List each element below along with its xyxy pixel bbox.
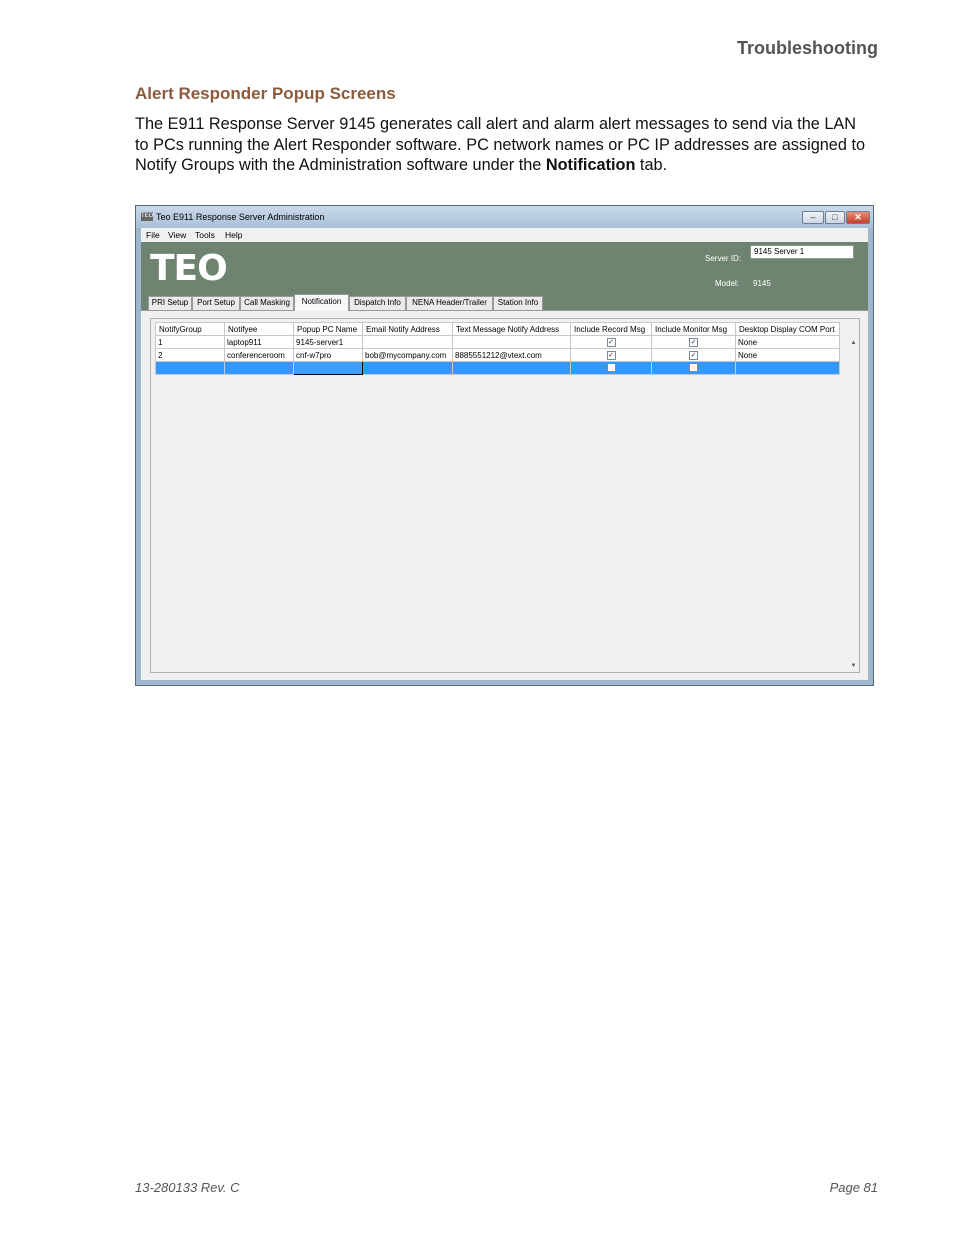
tab-pri-setup[interactable]: PRI Setup <box>148 296 192 310</box>
close-button[interactable]: ✕ <box>846 211 870 224</box>
col-notifygroup[interactable]: NotifyGroup <box>155 322 225 336</box>
document-number: 13-280133 Rev. C <box>135 1180 240 1195</box>
notification-grid: NotifyGroup Notifyee Popup PC Name Email… <box>150 318 860 673</box>
cell-monitor[interactable]: ✓ <box>651 335 736 349</box>
section-title: Alert Responder Popup Screens <box>135 84 396 103</box>
server-id-label: Server ID: <box>705 254 742 263</box>
cell-text[interactable]: 8885551212@vtext.com <box>452 348 571 362</box>
col-text-message[interactable]: Text Message Notify Address <box>452 322 571 336</box>
cell-com[interactable] <box>735 361 840 375</box>
col-email[interactable]: Email Notify Address <box>362 322 453 336</box>
page-number: Page 81 <box>829 1180 878 1195</box>
server-id-input[interactable]: 9145 Server 1 <box>750 245 854 259</box>
notification-emphasis: Notification <box>545 156 636 174</box>
cell-record[interactable] <box>570 361 652 375</box>
close-icon: ✕ <box>854 212 862 222</box>
maximize-button[interactable]: □ <box>825 211 845 224</box>
intro-paragraph: The E911 Response Server 9145 generates … <box>135 115 866 174</box>
tab-station-info[interactable]: Station Info <box>493 296 543 310</box>
app-icon: TEO <box>141 212 154 221</box>
teo-logo: TEO <box>150 248 228 289</box>
monitor-checkbox[interactable] <box>689 362 698 372</box>
cell-group[interactable]: 2 <box>155 348 225 362</box>
cell-record[interactable]: ✓ <box>570 335 652 349</box>
col-notifyee[interactable]: Notifyee <box>224 322 294 336</box>
table-row-new[interactable] <box>155 361 840 375</box>
cell-com[interactable]: None <box>735 348 840 362</box>
cell-notifyee[interactable]: conferenceroom <box>224 348 294 362</box>
tab-port-setup[interactable]: Port Setup <box>192 296 240 310</box>
menu-help[interactable]: Help <box>225 230 242 240</box>
cell-monitor[interactable] <box>651 361 736 375</box>
window-title: Teo E911 Response Server Administration <box>156 212 325 222</box>
col-include-monitor[interactable]: Include Monitor Msg <box>651 322 736 336</box>
maximize-icon: □ <box>832 212 838 222</box>
cell-notifyee[interactable]: laptop911 <box>224 335 294 349</box>
cell-com[interactable]: None <box>735 335 840 349</box>
model-value: 9145 <box>753 279 771 288</box>
tab-nena-header[interactable]: NENA Header/Trailer <box>406 296 493 310</box>
record-checkbox[interactable] <box>606 362 616 372</box>
menu-bar: File View Tools Help <box>141 228 868 242</box>
table-row[interactable]: 1 laptop911 9145-server1 ✓ ✓ None <box>155 335 840 349</box>
cell-email[interactable] <box>362 361 453 375</box>
tab-content: NotifyGroup Notifyee Popup PC Name Email… <box>141 310 868 680</box>
cell-text[interactable] <box>452 361 571 375</box>
title-bar[interactable]: TEO Teo E911 Response Server Administrat… <box>136 206 873 228</box>
cell-text[interactable] <box>452 335 571 349</box>
minimize-icon: – <box>810 212 816 222</box>
record-checkbox[interactable]: ✓ <box>606 351 616 360</box>
notification-table: NotifyGroup Notifyee Popup PC Name Email… <box>155 322 840 375</box>
running-header: Troubleshooting <box>737 38 878 58</box>
col-com-port[interactable]: Desktop Display COM Port <box>735 322 840 336</box>
cell-group[interactable] <box>155 361 225 375</box>
cell-group[interactable]: 1 <box>155 335 225 349</box>
tab-call-masking[interactable]: Call Masking <box>240 296 294 310</box>
record-checkbox[interactable]: ✓ <box>606 338 616 347</box>
scroll-down-icon[interactable]: ▼ <box>849 662 858 671</box>
cell-email[interactable]: bob@mycompany.com <box>362 348 453 362</box>
menu-file[interactable]: File <box>146 230 160 240</box>
menu-view[interactable]: View <box>168 230 186 240</box>
cell-pc[interactable]: cnf-w7pro <box>293 348 363 362</box>
cell-monitor[interactable]: ✓ <box>651 348 736 362</box>
table-row[interactable]: 2 conferenceroom cnf-w7pro bob@mycompany… <box>155 348 840 362</box>
tab-dispatch-info[interactable]: Dispatch Info <box>349 296 406 310</box>
tab-notification[interactable]: Notification <box>294 294 349 311</box>
col-popup-pc-name[interactable]: Popup PC Name <box>293 322 363 336</box>
scroll-up-icon[interactable]: ▲ <box>849 339 858 348</box>
vertical-scrollbar[interactable]: ▲ ▼ <box>849 339 858 671</box>
menu-tools[interactable]: Tools <box>195 230 215 240</box>
cell-record[interactable]: ✓ <box>570 348 652 362</box>
admin-window: TEO Teo E911 Response Server Administrat… <box>135 205 874 686</box>
model-label: Model: <box>715 279 740 288</box>
cell-notifyee[interactable] <box>224 361 294 375</box>
col-include-record[interactable]: Include Record Msg <box>570 322 652 336</box>
cell-email[interactable] <box>362 335 453 349</box>
cell-pc[interactable] <box>293 361 363 375</box>
minimize-button[interactable]: – <box>802 211 824 224</box>
monitor-checkbox[interactable]: ✓ <box>689 351 698 360</box>
cell-pc[interactable]: 9145-server1 <box>293 335 363 349</box>
monitor-checkbox[interactable]: ✓ <box>689 338 698 347</box>
grid-header-row: NotifyGroup Notifyee Popup PC Name Email… <box>155 322 840 336</box>
